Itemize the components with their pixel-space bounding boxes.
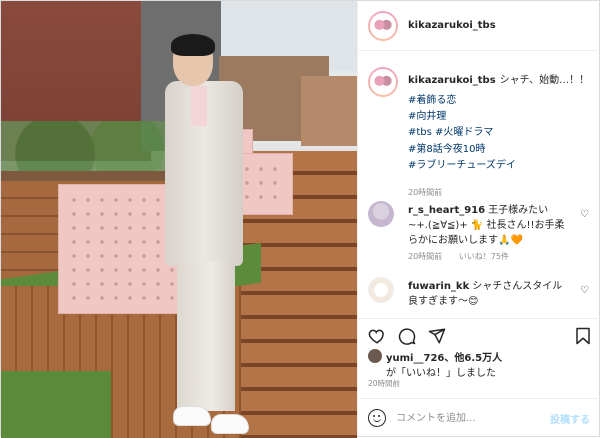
liker-avatar[interactable] <box>368 349 382 363</box>
hashtag-line[interactable]: #第8話今夜10時 <box>408 142 594 158</box>
post-timestamp: 20時間前 <box>368 379 401 388</box>
person-in-suit <box>163 34 253 436</box>
caption-time: 20時間前 <box>408 188 443 197</box>
hashtag-line[interactable]: #ラブリーチューズデイ <box>408 158 594 174</box>
building-right-far <box>301 76 357 146</box>
comment-input[interactable] <box>396 408 546 428</box>
post-side-panel: kikazarukoi_tbs kikazarukoi_tbs シャチ、始動…！！… <box>357 1 600 438</box>
comment-likes[interactable]: いいね！75件 <box>459 252 509 261</box>
caption-avatar[interactable] <box>368 67 398 97</box>
comment-avatar[interactable] <box>368 201 394 227</box>
add-comment-bar: 投稿する <box>358 398 600 438</box>
bookmark-icon[interactable] <box>574 327 592 345</box>
hashtags: #着飾る恋 #向井理 #tbs #火曜ドラマ #第8話今夜10時 #ラブリーチュ… <box>408 93 594 174</box>
emoji-icon[interactable] <box>368 409 386 427</box>
post-comment-button[interactable]: 投稿する <box>550 411 590 426</box>
trees <box>1 121 181 176</box>
comment-avatar[interactable] <box>368 277 394 303</box>
post-actions <box>358 318 600 348</box>
comments-area[interactable]: kikazarukoi_tbs シャチ、始動…！！ #着飾る恋 #向井理 #tbs… <box>358 52 600 318</box>
grass-bottom <box>1 371 111 438</box>
comment-like-icon[interactable]: ♡ <box>580 285 591 296</box>
comment-meta: 20時間前 いいね！75件 <box>408 251 509 262</box>
comment-like-icon[interactable]: ♡ <box>580 209 591 220</box>
comment-icon[interactable] <box>398 327 416 345</box>
comment-username[interactable]: r_s_heart_916 <box>408 205 485 216</box>
likes-count[interactable]: 、他6.5万人 <box>444 353 502 364</box>
hashtag-line[interactable]: #向井理 <box>408 109 594 125</box>
comment-username[interactable]: fuwarin_kk <box>408 281 469 292</box>
caption-username[interactable]: kikazarukoi_tbs <box>408 75 496 86</box>
post-frame: kikazarukoi_tbs kikazarukoi_tbs シャチ、始動…！！… <box>0 0 600 438</box>
comment-item: r_s_heart_916 王子様みたい~+.(≧∀≦)+ 🐈 社長さん!!お手柔… <box>368 201 594 271</box>
share-icon[interactable] <box>428 327 446 345</box>
heart-icon[interactable] <box>368 327 386 345</box>
likes-summary: yumi__726、他6.5万人 が「いいね！」しました <box>368 346 594 379</box>
header-username[interactable]: kikazarukoi_tbs <box>408 20 496 31</box>
post-photo[interactable] <box>1 1 357 438</box>
comment-item: fuwarin_kk シャチさんスタイル良すぎます〜😊 ♡ <box>368 277 594 317</box>
likes-suffix: が「いいね！」しました <box>386 368 496 379</box>
caption-text: シャチ、始動…！！ <box>499 75 590 86</box>
comment-time: 20時間前 <box>408 252 443 261</box>
post-header: kikazarukoi_tbs <box>358 1 600 51</box>
hashtag-line[interactable]: #tbs #火曜ドラマ <box>408 125 594 141</box>
liker-username[interactable]: yumi__726 <box>386 353 444 364</box>
account-avatar[interactable] <box>368 11 398 41</box>
hashtag-line[interactable]: #着飾る恋 <box>408 93 594 109</box>
